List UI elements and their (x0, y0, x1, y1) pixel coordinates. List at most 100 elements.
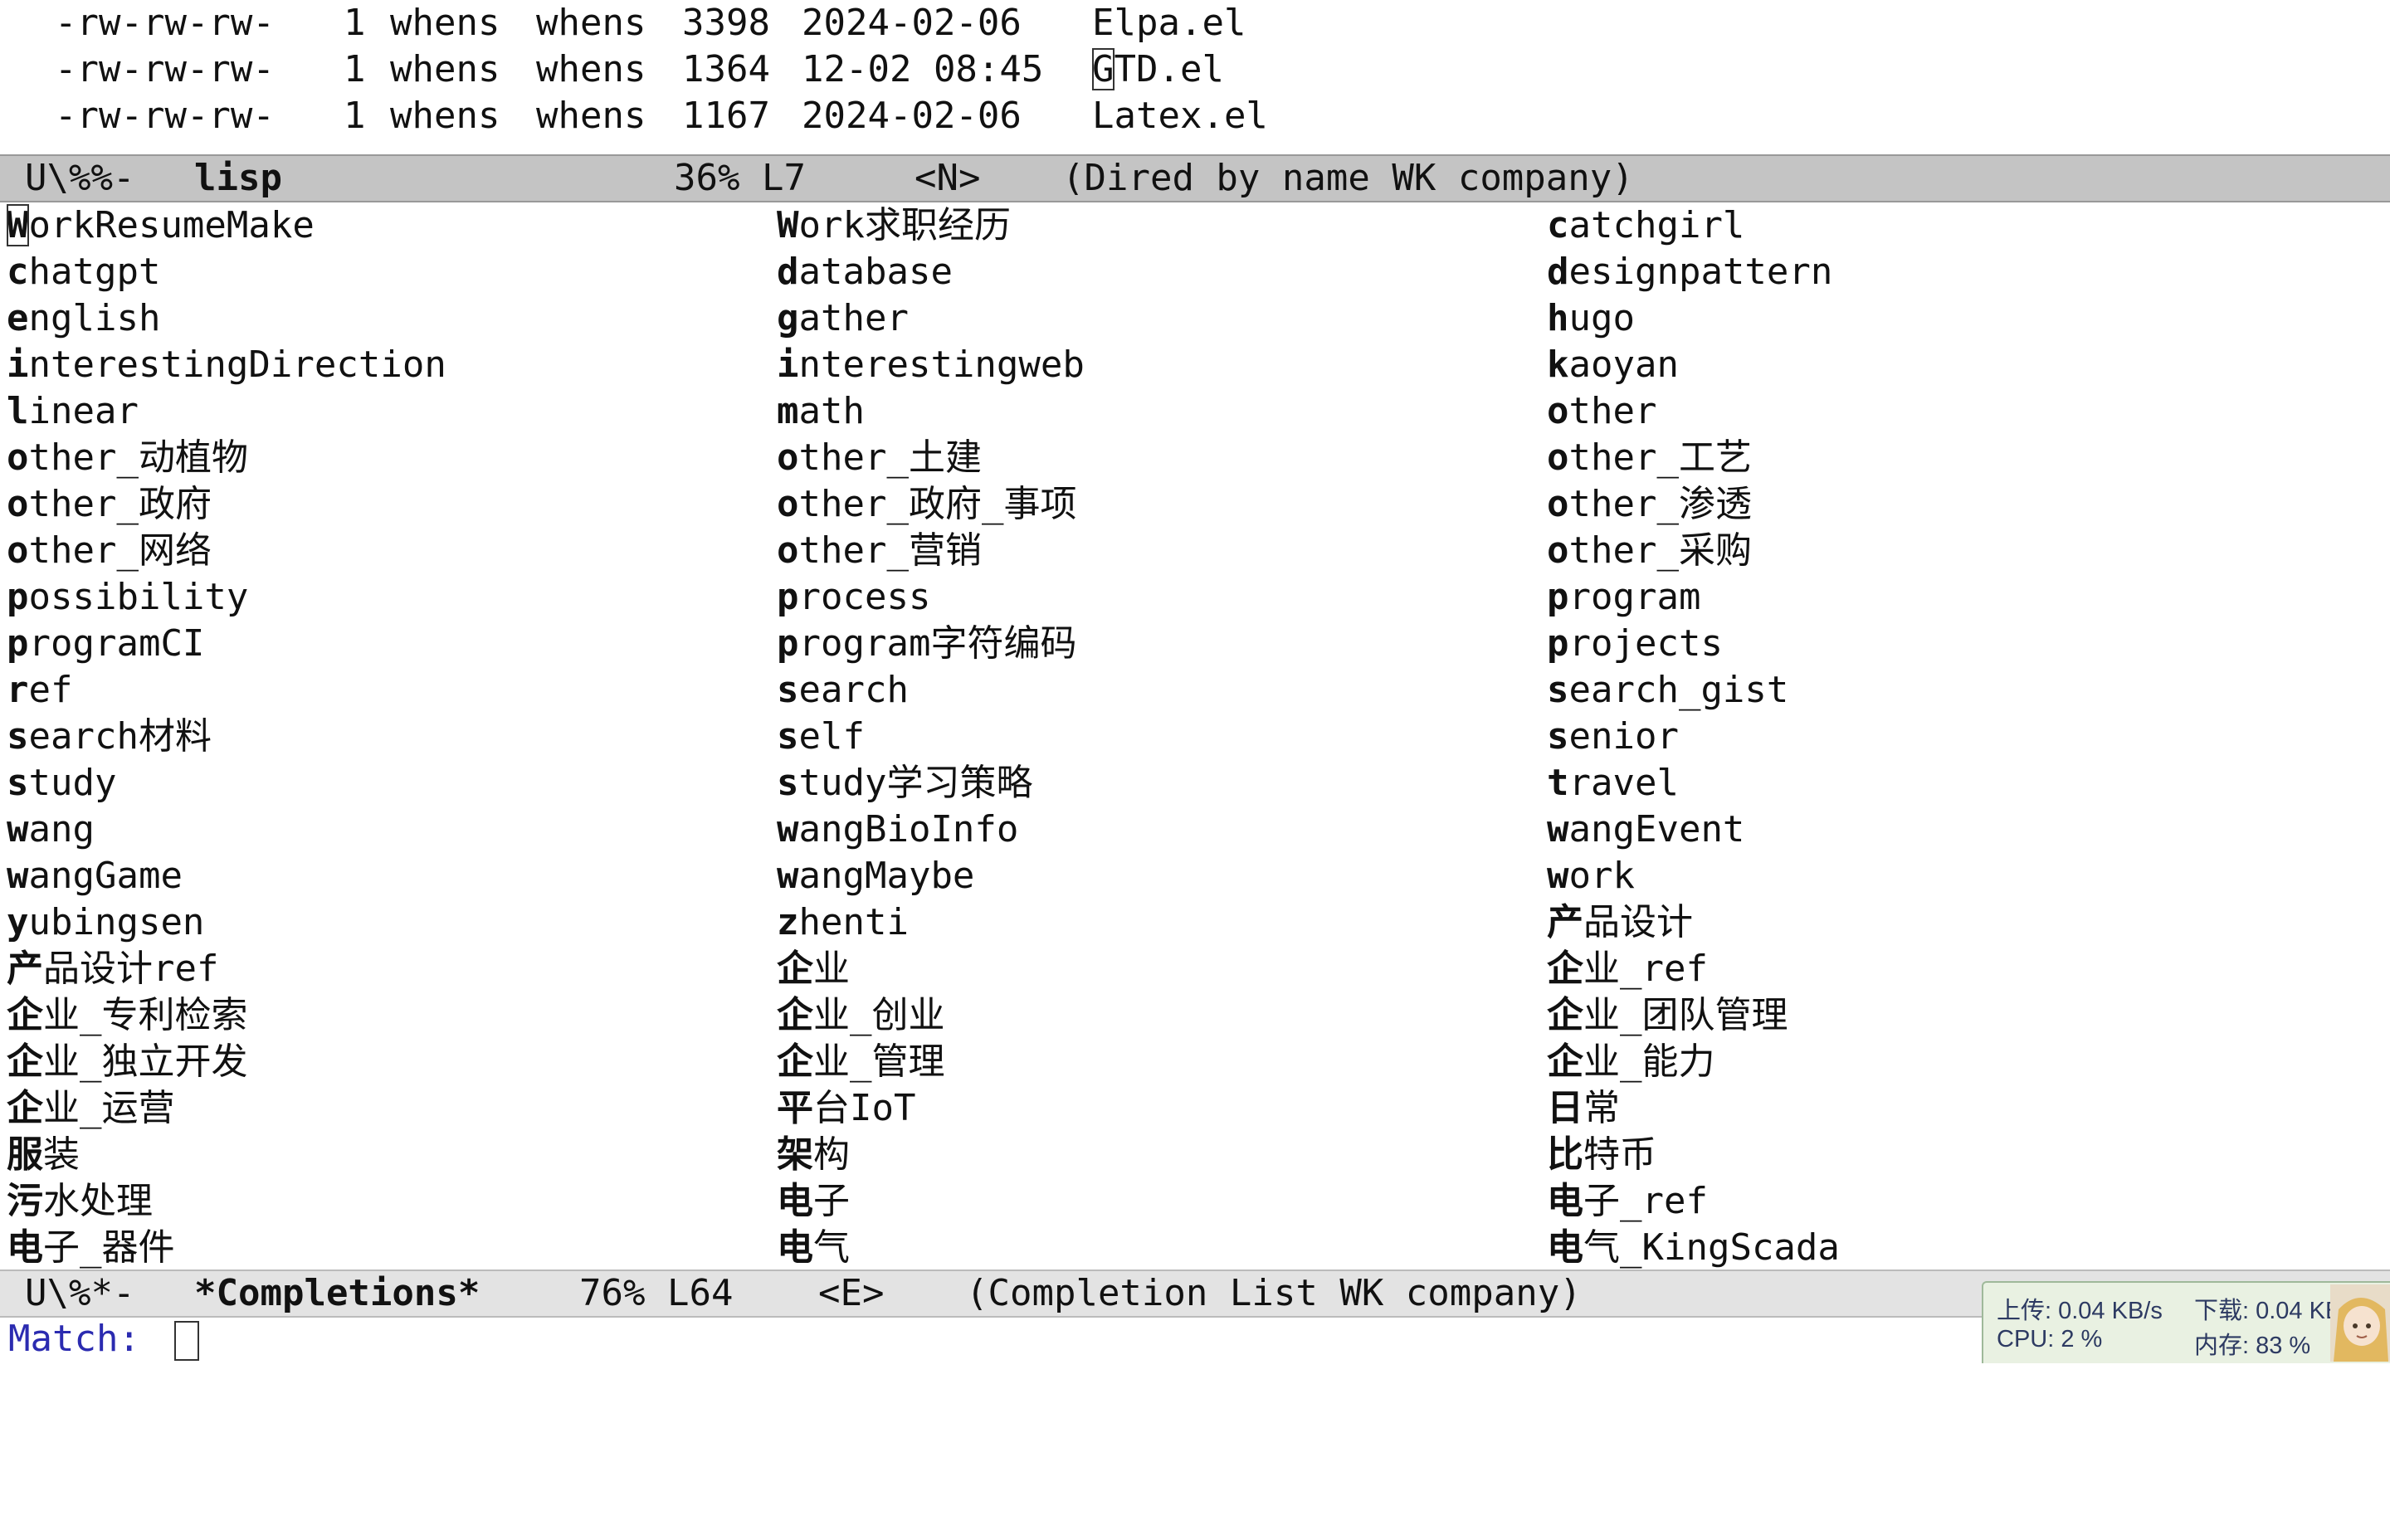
completion-candidate[interactable]: other_渗透 (1547, 481, 1752, 528)
completion-candidate[interactable]: 比特币 (1547, 1132, 1656, 1178)
completion-candidate[interactable]: projects (1547, 621, 1723, 667)
candidate-rest: 业_ref (1583, 948, 1708, 990)
completion-candidate[interactable]: Work求职经历 (777, 202, 1011, 249)
completion-candidate[interactable]: search (777, 667, 909, 714)
completion-candidate[interactable]: 架构 (777, 1132, 850, 1178)
completion-candidate[interactable]: study学习策略 (777, 760, 1032, 807)
completion-candidate[interactable]: program字符编码 (777, 621, 1076, 667)
completion-candidate[interactable]: 企业_专利检索 (7, 992, 248, 1039)
candidate-first-char: e (7, 297, 29, 339)
file-name[interactable]: Latex.el (1092, 93, 1268, 139)
completion-candidate[interactable]: other_采购 (1547, 528, 1752, 574)
completion-candidate[interactable]: zhenti (777, 899, 909, 946)
completion-candidate[interactable]: 产品设计ref (7, 946, 218, 992)
completion-candidate[interactable]: yubingsen (7, 899, 204, 946)
completion-candidate[interactable]: other_政府_事项 (777, 481, 1076, 528)
completion-candidate[interactable]: other (1547, 388, 1656, 435)
file-name[interactable]: GTD.el (1092, 46, 1224, 93)
completion-candidate[interactable]: self (777, 714, 865, 760)
completion-candidate[interactable]: WorkResumeMake (7, 202, 315, 249)
completion-candidate[interactable]: kaoyan (1547, 342, 1679, 388)
modeline-major-mode[interactable]: (Completion List WK company) (966, 1271, 1582, 1316)
completion-candidate[interactable]: 企业 (777, 946, 850, 992)
dired-mode-line[interactable]: U\%%- lisp 36% L7 <N> (Dired by name WK … (0, 154, 2390, 202)
candidate-first-char: s (1547, 669, 1569, 711)
completion-candidate[interactable]: 平台IoT (777, 1085, 915, 1132)
modeline-position: 76% L64 (579, 1272, 734, 1314)
completion-candidate[interactable]: wangMaybe (777, 853, 974, 899)
completion-candidate[interactable]: other_动植物 (7, 435, 248, 481)
completion-candidate[interactable]: study (7, 760, 116, 807)
completion-candidate[interactable]: wangBioInfo (777, 807, 1018, 853)
completion-candidate[interactable]: 企业_管理 (777, 1039, 945, 1085)
candidate-rest: 特币 (1583, 1133, 1656, 1176)
file-name[interactable]: Elpa.el (1092, 0, 1246, 46)
completion-candidate[interactable]: linear (7, 388, 139, 435)
completion-candidate[interactable]: work (1547, 853, 1635, 899)
completion-candidate[interactable]: 企业_运营 (7, 1085, 175, 1132)
completion-candidate[interactable]: 企业_能力 (1547, 1039, 1715, 1085)
completion-candidate[interactable]: chatgpt (7, 249, 160, 295)
completion-candidate[interactable]: 污水处理 (7, 1178, 153, 1225)
modeline-buffer-name[interactable]: lisp (194, 156, 282, 201)
candidate-rest: aoyan (1568, 344, 1679, 386)
completion-candidate[interactable]: wangEvent (1547, 807, 1744, 853)
completion-candidate[interactable]: designpattern (1547, 249, 1832, 295)
candidate-first-char: o (777, 529, 799, 572)
completion-candidate[interactable]: senior (1547, 714, 1679, 760)
completion-candidate[interactable]: other_工艺 (1547, 435, 1752, 481)
modeline-major-mode[interactable]: (Dired by name WK company) (1062, 156, 1634, 201)
completion-candidate[interactable]: 产品设计 (1547, 899, 1693, 946)
completion-candidate[interactable]: 企业_独立开发 (7, 1039, 248, 1085)
completion-candidate[interactable]: programCI (7, 621, 204, 667)
completion-candidate[interactable]: 企业_团队管理 (1547, 992, 1788, 1039)
completion-candidate[interactable]: english (7, 295, 160, 342)
file-owner: whens (390, 2, 500, 44)
completion-candidate[interactable]: search材料 (7, 714, 212, 760)
candidate-rest: ossibility (28, 576, 249, 618)
completion-candidate[interactable]: other_政府 (7, 481, 212, 528)
candidate-rest: earch (798, 669, 909, 711)
completion-candidate[interactable]: database (777, 249, 953, 295)
completion-candidate[interactable]: 电子_器件 (7, 1225, 175, 1271)
completion-candidate[interactable]: 电气_KingScada (1547, 1225, 1840, 1271)
candidate-rest: ther_营销 (798, 529, 982, 572)
completion-candidate[interactable]: possibility (7, 574, 248, 621)
completion-candidate[interactable]: hugo (1547, 295, 1635, 342)
candidate-first-char: 企 (7, 1040, 43, 1083)
completion-candidate[interactable]: wang (7, 807, 95, 853)
completion-candidate[interactable]: travel (1547, 760, 1679, 807)
completion-candidate[interactable]: 企业_创业 (777, 992, 945, 1039)
completion-candidate[interactable]: search_gist (1547, 667, 1788, 714)
completion-candidate[interactable]: interestingDirection (7, 342, 446, 388)
completion-candidate[interactable]: 服装 (7, 1132, 80, 1178)
completion-candidate[interactable]: 日常 (1547, 1085, 1620, 1132)
modeline-evil-state: <N> (915, 157, 981, 199)
candidate-rest: inear (28, 390, 139, 432)
completion-candidate[interactable]: ref (7, 667, 72, 714)
candidate-first-char: 电 (7, 1226, 43, 1269)
completion-candidate[interactable]: catchgirl (1547, 202, 1744, 249)
completion-candidate[interactable]: other_营销 (777, 528, 982, 574)
network-monitor-widget[interactable]: 上传: 0.04 KB/s 下载: 0.04 KB/s CPU: 2 % 内存:… (1982, 1281, 2390, 1363)
candidate-first-char: t (1547, 762, 1569, 804)
completion-candidate[interactable]: interestingweb (777, 342, 1085, 388)
candidate-first-char: c (7, 251, 29, 293)
completion-candidate[interactable]: other_土建 (777, 435, 982, 481)
completion-candidate[interactable]: 电气 (777, 1225, 850, 1271)
completion-candidate[interactable]: program (1547, 574, 1700, 621)
completion-candidate[interactable]: math (777, 388, 865, 435)
modeline-buffer-name[interactable]: *Completions* (194, 1271, 480, 1316)
completion-candidate[interactable]: 电子_ref (1547, 1178, 1708, 1225)
completion-candidate[interactable]: gather (777, 295, 909, 342)
candidate-rest: 台IoT (813, 1087, 916, 1129)
completion-candidate[interactable]: 企业_ref (1547, 946, 1708, 992)
candidate-rest: 气 (813, 1226, 850, 1269)
candidate-rest: 业_团队管理 (1583, 994, 1788, 1036)
completion-candidate[interactable]: process (777, 574, 930, 621)
completion-candidate[interactable]: wangGame (7, 853, 183, 899)
candidate-rest: 子_器件 (43, 1226, 175, 1269)
completion-candidate[interactable]: other_网络 (7, 528, 212, 574)
completion-candidate[interactable]: 电子 (777, 1178, 850, 1225)
minibuffer-input-cursor[interactable] (174, 1321, 199, 1361)
